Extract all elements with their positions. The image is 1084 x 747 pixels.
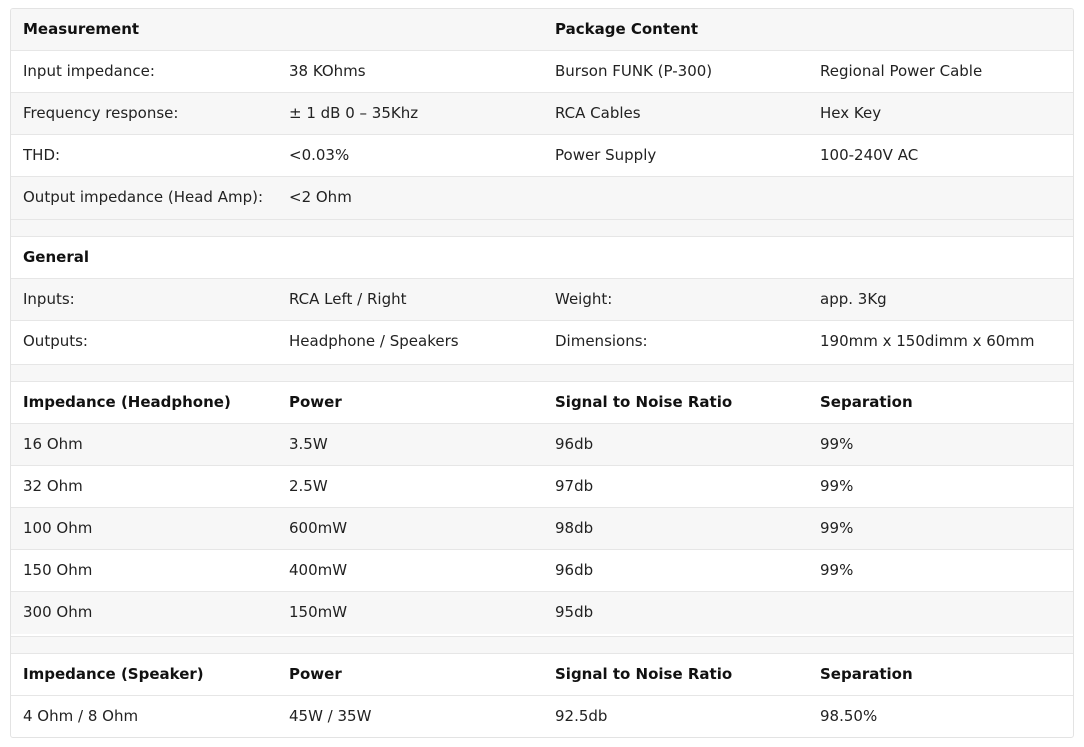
table-row: 32 Ohm 2.5W 97db 99% bbox=[11, 466, 1073, 508]
spec-value: 38 KOhms bbox=[289, 62, 366, 80]
column-header: Signal to Noise Ratio bbox=[555, 393, 733, 411]
column-header: Separation bbox=[820, 393, 913, 411]
impedance-cell: 300 Ohm bbox=[23, 603, 93, 621]
table-row: 4 Ohm / 8 Ohm 45W / 35W 92.5db 98.50% bbox=[11, 696, 1073, 737]
measurement-section: Measurement Package Content Input impeda… bbox=[11, 9, 1073, 219]
spec-label: Output impedance (Head Amp): bbox=[23, 188, 264, 206]
column-header: Power bbox=[289, 665, 342, 683]
impedance-cell: 150 Ohm bbox=[23, 561, 93, 579]
column-header: Power bbox=[289, 393, 342, 411]
impedance-cell: 16 Ohm bbox=[23, 435, 83, 453]
power-cell: 3.5W bbox=[289, 435, 328, 453]
measurement-title: Measurement bbox=[23, 20, 140, 38]
general-title: General bbox=[23, 248, 89, 266]
spec-label: Frequency response: bbox=[23, 104, 179, 122]
column-header: Impedance (Headphone) bbox=[23, 393, 231, 411]
table-row: 100 Ohm 600mW 98db 99% bbox=[11, 508, 1073, 550]
headphone-header-row: Impedance (Headphone) Power Signal to No… bbox=[11, 382, 1073, 424]
package-content-title: Package Content bbox=[555, 20, 699, 38]
package-item: 100-240V AC bbox=[820, 146, 919, 164]
spec-label: Inputs: bbox=[23, 290, 75, 308]
spec-value: ± 1 dB 0 – 35Khz bbox=[289, 104, 419, 122]
package-item: Burson FUNK (P-300) bbox=[555, 62, 713, 80]
snr-cell: 96db bbox=[555, 561, 594, 579]
spec-label: Dimensions: bbox=[555, 332, 648, 350]
speaker-section: Impedance (Speaker) Power Signal to Nois… bbox=[11, 654, 1073, 737]
snr-cell: 98db bbox=[555, 519, 594, 537]
separation-cell: 99% bbox=[820, 519, 854, 537]
spec-value: app. 3Kg bbox=[820, 290, 887, 308]
separation-cell: 99% bbox=[820, 561, 854, 579]
table-row: Frequency response: ± 1 dB 0 – 35Khz RCA… bbox=[11, 93, 1073, 135]
power-cell: 2.5W bbox=[289, 477, 328, 495]
package-item: Hex Key bbox=[820, 104, 882, 122]
spec-value: 190mm x 150dimm x 60mm bbox=[820, 332, 1035, 350]
separation-cell: 99% bbox=[820, 435, 854, 453]
power-cell: 400mW bbox=[289, 561, 348, 579]
power-cell: 150mW bbox=[289, 603, 348, 621]
measurement-header-row: Measurement Package Content bbox=[11, 9, 1073, 51]
power-cell: 45W / 35W bbox=[289, 707, 372, 725]
snr-cell: 92.5db bbox=[555, 707, 608, 725]
impedance-cell: 4 Ohm / 8 Ohm bbox=[23, 707, 139, 725]
table-row: Input impedance: 38 KOhms Burson FUNK (P… bbox=[11, 51, 1073, 93]
package-item: Regional Power Cable bbox=[820, 62, 983, 80]
spec-label: Weight: bbox=[555, 290, 613, 308]
headphone-section: Impedance (Headphone) Power Signal to No… bbox=[11, 382, 1073, 634]
table-row: Inputs: RCA Left / Right Weight: app. 3K… bbox=[11, 279, 1073, 321]
spec-value: <2 Ohm bbox=[289, 188, 352, 206]
table-row: 150 Ohm 400mW 96db 99% bbox=[11, 550, 1073, 592]
table-row: Outputs: Headphone / Speakers Dimensions… bbox=[11, 321, 1073, 363]
separation-cell: 99% bbox=[820, 477, 854, 495]
spec-value: <0.03% bbox=[289, 146, 350, 164]
impedance-cell: 32 Ohm bbox=[23, 477, 83, 495]
separation-cell: 98.50% bbox=[820, 707, 878, 725]
column-header: Separation bbox=[820, 665, 913, 683]
snr-cell: 95db bbox=[555, 603, 594, 621]
spec-label: Input impedance: bbox=[23, 62, 155, 80]
column-header: Impedance (Speaker) bbox=[23, 665, 204, 683]
snr-cell: 97db bbox=[555, 477, 594, 495]
spec-value: RCA Left / Right bbox=[289, 290, 407, 308]
spec-label: THD: bbox=[23, 146, 61, 164]
section-divider bbox=[11, 636, 1073, 654]
spec-label: Outputs: bbox=[23, 332, 88, 350]
general-header-row: General bbox=[11, 237, 1073, 279]
speaker-header-row: Impedance (Speaker) Power Signal to Nois… bbox=[11, 654, 1073, 696]
table-row: THD: <0.03% Power Supply 100-240V AC bbox=[11, 135, 1073, 177]
table-row: Output impedance (Head Amp): <2 Ohm bbox=[11, 177, 1073, 219]
section-divider bbox=[11, 219, 1073, 237]
package-item: Power Supply bbox=[555, 146, 657, 164]
specifications-table: Measurement Package Content Input impeda… bbox=[10, 8, 1074, 738]
snr-cell: 96db bbox=[555, 435, 594, 453]
table-row: 16 Ohm 3.5W 96db 99% bbox=[11, 424, 1073, 466]
column-header: Signal to Noise Ratio bbox=[555, 665, 733, 683]
table-row: 300 Ohm 150mW 95db bbox=[11, 592, 1073, 634]
general-section: General Inputs: RCA Left / Right Weight:… bbox=[11, 237, 1073, 363]
package-item: RCA Cables bbox=[555, 104, 641, 122]
power-cell: 600mW bbox=[289, 519, 348, 537]
impedance-cell: 100 Ohm bbox=[23, 519, 93, 537]
spec-value: Headphone / Speakers bbox=[289, 332, 459, 350]
section-divider bbox=[11, 364, 1073, 382]
